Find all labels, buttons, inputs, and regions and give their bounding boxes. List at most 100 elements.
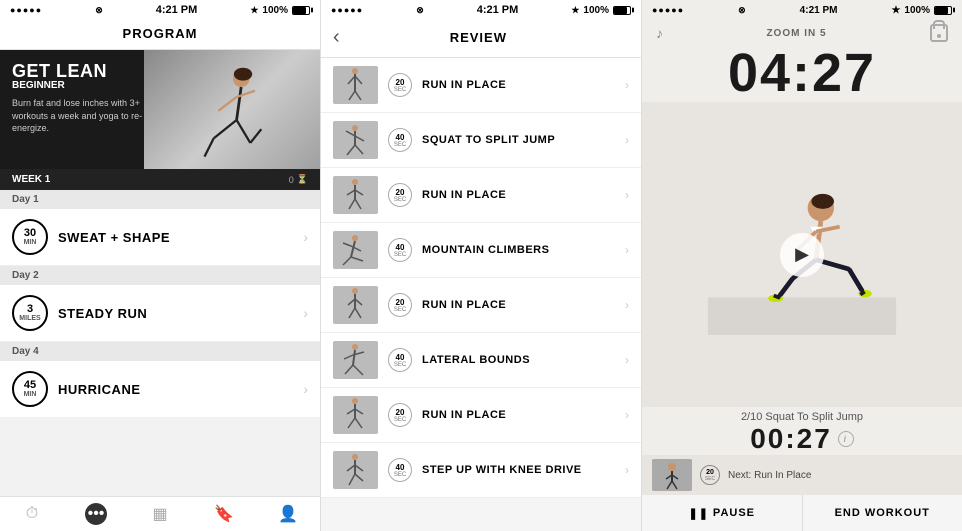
music-icon[interactable]: ♪ [656, 25, 663, 41]
status-right-3: ★ 100% [891, 5, 952, 16]
exercise-row-6[interactable]: 20 SEC RUN IN PLACE › [321, 388, 641, 443]
exercise-row-0[interactable]: 20 SEC RUN IN PLACE › [321, 58, 641, 113]
exercise-name-5: LATERAL BOUNDS [422, 354, 617, 366]
exercise-badge-3: 40 SEC [386, 238, 414, 262]
pause-button[interactable]: ❚❚ PAUSE [642, 495, 803, 531]
nav-person[interactable]: 👤 [277, 503, 299, 525]
workout-icon-30min: 30 MIN [12, 219, 48, 255]
battery-icon-3 [934, 6, 952, 15]
info-icon[interactable]: i [838, 431, 854, 447]
workout-row-hurricane[interactable]: 45 MIN HURRICANE › [0, 361, 320, 418]
exercise-name-1: SQUAT TO SPLIT JUMP [422, 134, 617, 146]
exercise-thumb-0 [333, 66, 378, 104]
ex-chevron-3: › [625, 243, 629, 257]
lock-icon[interactable] [930, 24, 948, 42]
exercise-in-progress: 2/10 Squat To Split Jump [642, 407, 962, 423]
status-right-2: ★ 100% [571, 5, 631, 16]
chevron-steady: › [303, 305, 308, 321]
back-button[interactable]: ‹ [333, 26, 340, 49]
nav-grid[interactable]: ▦ [149, 503, 171, 525]
exercise-thumb-3 [333, 231, 378, 269]
next-unit: SEC [705, 476, 715, 482]
end-label: END WORKOUT [835, 507, 930, 519]
exercise-name-2: RUN IN PLACE [422, 189, 617, 201]
day-2-label: Day 2 [0, 266, 320, 285]
hero-title: GET LEAN [12, 62, 164, 80]
bt-1: ★ [250, 5, 258, 16]
exercise-row-5[interactable]: 40 SEC LATERAL BOUNDS › [321, 333, 641, 388]
ex-chevron-7: › [625, 463, 629, 477]
nav-bookmark[interactable]: 🔖 [213, 503, 235, 525]
ex-chevron-4: › [625, 298, 629, 312]
time-1: 4:21 PM [156, 4, 198, 16]
exercise-thumb-6 [333, 396, 378, 434]
exercise-row-2[interactable]: 20 SEC RUN IN PLACE › [321, 168, 641, 223]
exercise-name-6: RUN IN PLACE [422, 409, 617, 421]
exercise-thumb-5 [333, 341, 378, 379]
end-workout-button[interactable]: END WORKOUT [803, 495, 962, 531]
hero-figure [192, 65, 272, 175]
exercise-thumb-7 [333, 451, 378, 489]
nav-more[interactable]: ••• [85, 503, 107, 525]
exercise-row-1[interactable]: 40 SEC SQUAT TO SPLIT JUMP › [321, 113, 641, 168]
pause-icon: ❚❚ [688, 507, 708, 520]
status-bar-1: ●●●●● ⊗ 4:21 PM ★ 100% [0, 0, 320, 20]
ex-chevron-6: › [625, 408, 629, 422]
exercise-badge-7: 40 SEC [386, 458, 414, 482]
wifi-1: ⊗ [95, 5, 103, 16]
wifi-3: ⊗ [738, 5, 746, 16]
exercise-row-3[interactable]: 40 SEC MOUNTAIN CLIMBERS › [321, 223, 641, 278]
lock-dot [937, 34, 941, 38]
chevron-sweat: › [303, 229, 308, 245]
signal-2: ●●●●● [331, 5, 363, 15]
status-bar-2: ●●●●● ⊗ 4:21 PM ★ 100% [321, 0, 641, 20]
exercise-name-7: STEP UP WITH KNEE DRIVE [422, 464, 617, 476]
bottom-nav: ⏱ ••• ▦ 🔖 👤 [0, 496, 320, 531]
exercise-badge-0: 20 SEC [386, 73, 414, 97]
nav-timer[interactable]: ⏱ [21, 503, 43, 525]
day-4-label: Day 4 [0, 342, 320, 361]
day-1-label: Day 1 [0, 190, 320, 209]
workout-name-steady: STEADY RUN [58, 306, 293, 321]
battery-pct-3: 100% [904, 5, 930, 16]
status-bar-3: ●●●●● ⊗ 4:21 PM ★ 100% [642, 0, 962, 20]
ex-chevron-5: › [625, 353, 629, 367]
next-sec: 20 [706, 469, 714, 476]
review-panel: ●●●●● ⊗ 4:21 PM ★ 100% ‹ REVIEW 20 SEC R… [320, 0, 641, 531]
signal-3: ●●●●● [652, 5, 684, 15]
play-button[interactable]: ▶ [780, 233, 824, 277]
exercise-name-0: RUN IN PLACE [422, 79, 617, 91]
exercise-list: 20 SEC RUN IN PLACE › 40 SEC SQUAT TO SP… [321, 58, 641, 531]
small-timer: 00:27 i [642, 423, 962, 455]
workout-row-steady[interactable]: 3 MILES STEADY RUN › [0, 285, 320, 342]
small-timer-value: 00:27 [750, 423, 832, 455]
exercise-row-7[interactable]: 40 SEC STEP UP WITH KNEE DRIVE › [321, 443, 641, 498]
ex-chevron-0: › [625, 78, 629, 92]
hero-text-area: GET LEAN BEGINNER Burn fat and lose inch… [0, 50, 176, 147]
battery-icon-2 [613, 6, 631, 15]
big-timer: 04:27 [642, 46, 962, 102]
exercise-thumb-4 [333, 286, 378, 324]
ex-chevron-1: › [625, 133, 629, 147]
ex-chevron-2: › [625, 188, 629, 202]
program-header: PROGRAM [0, 20, 320, 50]
battery-icon-1 [292, 6, 310, 15]
workout-icon-3miles: 3 MILES [12, 295, 48, 331]
workout-name-hurricane: HURRICANE [58, 382, 293, 397]
exercise-name-3: MOUNTAIN CLIMBERS [422, 244, 617, 256]
exercise-name-4: RUN IN PLACE [422, 299, 617, 311]
workout-image-area: ▶ [642, 102, 962, 407]
battery-pct-1: 100% [262, 5, 288, 16]
time-2: 4:21 PM [477, 4, 519, 16]
program-panel: ●●●●● ⊗ 4:21 PM ★ 100% PROGRAM [0, 0, 320, 531]
exercise-row-4[interactable]: 20 SEC RUN IN PLACE › [321, 278, 641, 333]
next-thumb [652, 459, 692, 491]
program-hero: GET LEAN BEGINNER Burn fat and lose inch… [0, 50, 320, 190]
workout-icon-45min: 45 MIN [12, 371, 48, 407]
review-title: REVIEW [348, 30, 609, 45]
exercise-badge-6: 20 SEC [386, 403, 414, 427]
workout-row-sweat[interactable]: 30 MIN SWEAT + SHAPE › [0, 209, 320, 266]
review-header: ‹ REVIEW [321, 20, 641, 58]
bt-2: ★ [571, 5, 579, 16]
wifi-2: ⊗ [416, 5, 424, 16]
